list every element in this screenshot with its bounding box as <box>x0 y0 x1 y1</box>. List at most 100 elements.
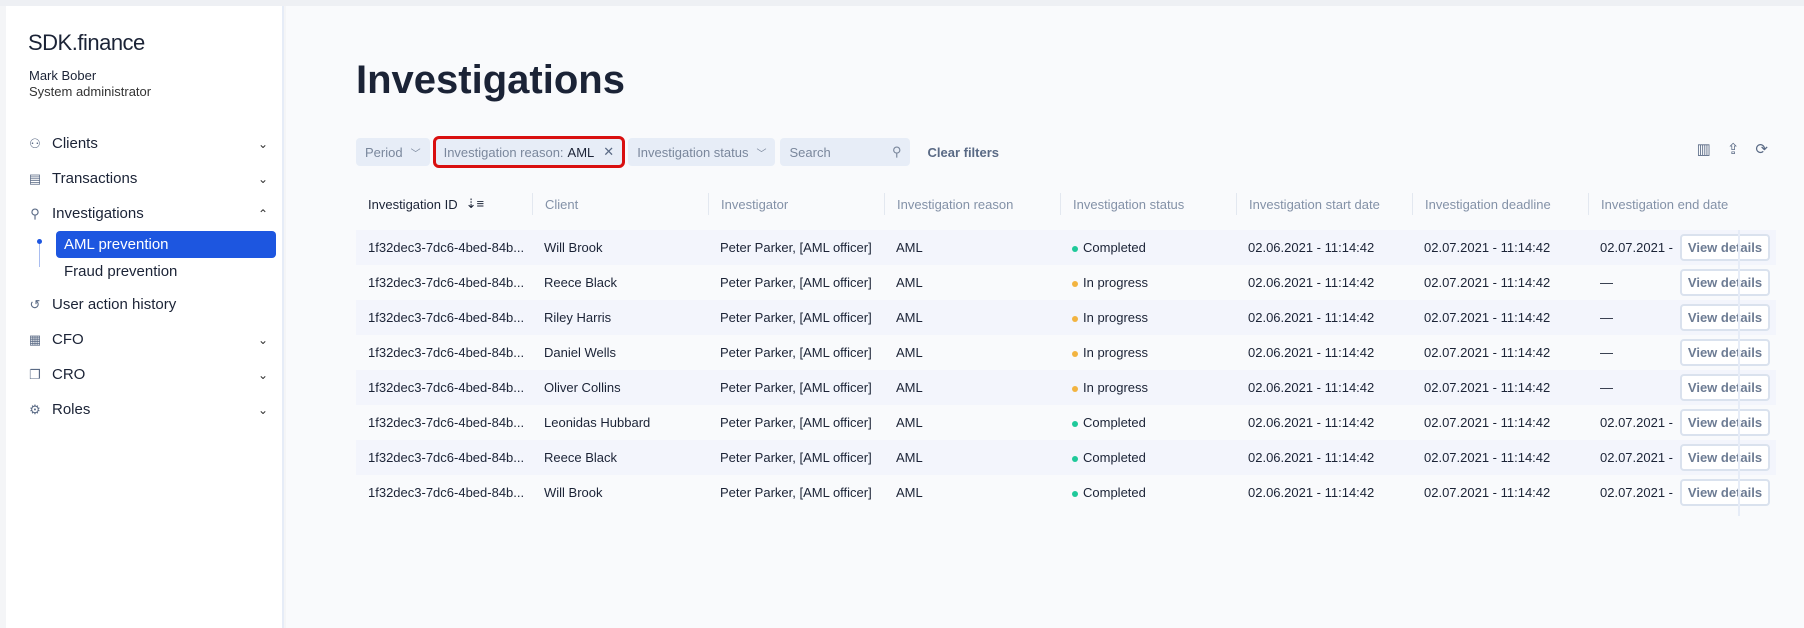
table-cell: AML <box>896 485 923 500</box>
chevron-icon: ⌄ <box>257 136 268 151</box>
table-cell: 1f32dec3-7dc6-4bed-84b... <box>368 415 525 430</box>
table-cell: Peter Parker, [AML officer] <box>720 240 872 255</box>
sidebar-item-roles[interactable]: ⚙ Roles ⌄ <box>28 392 278 427</box>
investigations-submenu: AML prevention Fraud prevention <box>28 231 278 287</box>
table-cell: 02.06.2021 - 11:14:42 <box>1248 345 1375 360</box>
table-cell: 1f32dec3-7dc6-4bed-84b... <box>368 345 525 360</box>
table-cell: AML <box>896 415 923 430</box>
period-label: Period <box>365 144 403 160</box>
user-name: Mark Bober <box>29 68 97 83</box>
status-cell: In progress <box>1060 380 1236 395</box>
view-details-button[interactable]: View details <box>1680 339 1770 366</box>
sidebar-item-aml-prevention[interactable]: AML prevention <box>56 231 276 258</box>
column-header[interactable]: Investigation ID ⇣≡ <box>356 193 532 215</box>
export-icon[interactable]: ⇪ <box>1727 140 1740 158</box>
status-cell: In progress <box>1060 275 1236 290</box>
view-details-button[interactable]: View details <box>1680 374 1770 401</box>
table-cell: Will Brook <box>544 240 603 255</box>
close-icon[interactable]: ✕ <box>603 144 614 160</box>
table-cell: 02.07.2021 - 11:14:42 <box>1424 310 1551 325</box>
table-cell: AML <box>896 310 923 325</box>
status-text: Completed <box>1083 415 1146 430</box>
table-cell: Will Brook <box>544 485 603 500</box>
table-cell: — <box>1600 310 1613 325</box>
status-dot <box>1072 315 1078 322</box>
status-dot <box>1072 245 1078 252</box>
table-cell: Peter Parker, [AML officer] <box>720 310 872 325</box>
status-cell: Completed <box>1060 240 1236 255</box>
status-text: Completed <box>1083 450 1146 465</box>
status-text: Completed <box>1083 485 1146 500</box>
column-header-label: Investigator <box>721 196 789 212</box>
table-cell: 02.07.2021 - 11:14:42 <box>1600 240 1676 255</box>
period-filter[interactable]: Period ﹀ <box>356 138 430 166</box>
chevron-down-icon: ﹀ <box>756 148 767 160</box>
table-row: 1f32dec3-7dc6-4bed-84b... Oliver Collins P… <box>356 370 1776 405</box>
sidebar-item-investigations[interactable]: ⚲ Investigations ⌃ <box>28 196 278 231</box>
status-text: In progress <box>1083 310 1149 325</box>
gear-icon: ⚙ <box>29 401 41 417</box>
table-cell: 1f32dec3-7dc6-4bed-84b... <box>368 485 525 500</box>
column-header[interactable]: Investigation status <box>1060 193 1236 215</box>
sidebar-item-fraud-prevention[interactable]: Fraud prevention <box>56 258 276 285</box>
sidebar-item-transactions[interactable]: ▤ Transactions ⌄ <box>28 161 278 196</box>
column-header-label: Investigation deadline <box>1425 196 1551 212</box>
refresh-icon[interactable]: ⟳ <box>1755 140 1768 158</box>
chevron-icon: ⌄ <box>257 367 268 382</box>
document-search-icon: ▦ <box>28 331 42 347</box>
sidebar-item-cro[interactable]: ❐ CRO ⌄ <box>28 357 278 392</box>
search-input[interactable]: Search ⚲ <box>780 138 911 166</box>
sidebar-item-cfo[interactable]: ▦ CFO ⌄ <box>28 322 278 357</box>
table-cell: 02.07.2021 - 11:14:42 <box>1424 380 1551 395</box>
column-header[interactable]: Investigation reason <box>884 193 1060 215</box>
transactions-icon: ▤ <box>28 170 42 186</box>
view-details-button[interactable]: View details <box>1680 234 1770 261</box>
column-header[interactable]: Investigator <box>708 193 884 215</box>
search-icon: ⚲ <box>891 144 902 159</box>
table-cell: AML <box>896 240 923 255</box>
status-text: Completed <box>1083 240 1146 255</box>
sort-icon[interactable]: ⇣≡ <box>466 196 484 212</box>
view-details-button[interactable]: View details <box>1680 479 1770 506</box>
table-cell: 02.07.2021 - 11:14:42 <box>1424 415 1551 430</box>
sidebar-item-user-action-history[interactable]: ↺ User action history <box>28 287 278 322</box>
reason-label: Investigation reason: <box>443 144 564 160</box>
search-icon: ⚲ <box>30 205 40 221</box>
sidebar-item-clients[interactable]: ⚇ Clients ⌄ <box>28 126 278 161</box>
columns-icon[interactable]: ▥ <box>1697 140 1711 158</box>
clear-filters-button[interactable]: Clear filters <box>927 145 999 160</box>
column-header-label: Investigation ID <box>368 196 458 212</box>
table-cell: 02.07.2021 - 11:14:42 <box>1600 450 1676 465</box>
column-header[interactable]: Investigation deadline <box>1412 193 1588 215</box>
view-details-button[interactable]: View details <box>1680 444 1770 471</box>
filter-bar: Period ﹀ Investigation reason: AML ✕ Invest… <box>356 136 999 168</box>
table-cell: Oliver Collins <box>544 380 621 395</box>
page-title: Investigations <box>356 58 625 102</box>
table-cell: 1f32dec3-7dc6-4bed-84b... <box>368 240 525 255</box>
sidebar-item-label: User action history <box>52 296 177 313</box>
submenu-line <box>39 241 40 267</box>
table-cell: — <box>1600 345 1613 360</box>
view-details-button[interactable]: View details <box>1680 409 1770 436</box>
sidebar-item-label: CRO <box>52 366 86 383</box>
table-cell: 02.06.2021 - 11:14:42 <box>1248 415 1375 430</box>
sidebar-item-label: Investigations <box>52 205 144 222</box>
investigation-status-filter[interactable]: Investigation status ﹀ <box>628 138 776 166</box>
table-header: Investigation ID ⇣≡ Client Investigator Inv… <box>356 186 1776 222</box>
view-details-button[interactable]: View details <box>1680 304 1770 331</box>
users-icon: ⚇ <box>29 135 41 151</box>
chevron-icon: ⌃ <box>257 206 268 221</box>
column-header[interactable]: Client <box>532 193 708 215</box>
investigations-table: Investigation ID ⇣≡ Client Investigator Inv… <box>356 186 1776 516</box>
chevron-icon: ⌄ <box>257 171 268 186</box>
view-details-button[interactable]: View details <box>1680 269 1770 296</box>
search-placeholder: Search <box>789 144 831 160</box>
table-cell: Reece Black <box>544 275 617 290</box>
column-header[interactable]: Investigation end date <box>1588 193 1764 215</box>
investigation-reason-filter[interactable]: Investigation reason: AML ✕ <box>432 136 626 168</box>
sidebar-item-label: Clients <box>52 135 98 152</box>
column-header[interactable]: Investigation start date <box>1236 193 1412 215</box>
status-dot <box>1072 385 1078 392</box>
logo: SDK.finance <box>28 30 145 55</box>
table-cell: AML <box>896 380 923 395</box>
